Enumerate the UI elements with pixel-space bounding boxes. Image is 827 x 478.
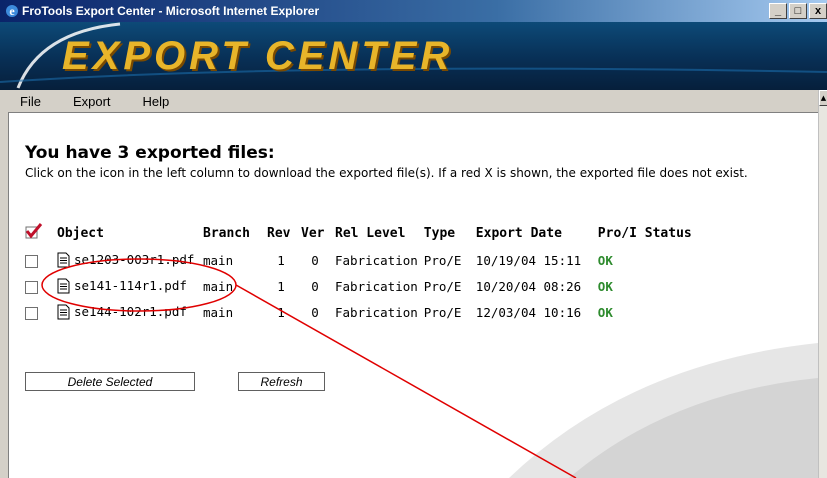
export-center-banner: EXPORT CENTER (0, 22, 827, 90)
cell-type: Pro/E (423, 304, 462, 320)
row-checkbox[interactable] (25, 254, 38, 268)
menu-file[interactable]: File (20, 94, 41, 109)
header-object: Object (57, 225, 104, 241)
cell-export-date: 10/20/04 08:26 (475, 278, 582, 294)
document-icon[interactable] (57, 304, 70, 320)
cell-type: Pro/E (423, 252, 462, 268)
exported-files-table: Object Branch Rev Ver Rel Level Type Exp… (25, 223, 698, 325)
menu-export[interactable]: Export (73, 94, 111, 109)
header-rev: Rev (267, 225, 291, 241)
row-checkbox[interactable] (25, 280, 38, 294)
vertical-scrollbar[interactable]: ▲ (818, 90, 827, 478)
menu-bar: File Export Help (8, 90, 818, 113)
cell-branch: main (203, 304, 234, 320)
row-checkbox[interactable] (25, 306, 38, 320)
cell-export-date: 12/03/04 10:16 (475, 304, 582, 320)
instructions-text: Click on the icon in the left column to … (25, 166, 748, 180)
file-name[interactable]: se141-114r1.pdf (74, 278, 187, 293)
status-badge: OK (597, 304, 613, 320)
header-rel-level: Rel Level (335, 225, 406, 241)
internet-explorer-icon: e (6, 4, 18, 18)
file-name[interactable]: se144-102r1.pdf (74, 304, 187, 319)
cell-rel-level: Fabrication (335, 278, 418, 294)
status-badge: OK (597, 252, 613, 268)
svg-text:e: e (9, 4, 15, 18)
cell-type: Pro/E (423, 278, 462, 294)
maximize-button[interactable]: □ (789, 3, 807, 19)
cell-rel-level: Fabrication (335, 304, 418, 320)
page-heading: You have 3 exported files: (25, 143, 275, 163)
status-badge: OK (597, 278, 613, 294)
page-content: You have 3 exported files: Click on the … (9, 113, 818, 478)
cell-rev: 1 (277, 278, 285, 294)
document-icon[interactable] (57, 278, 70, 294)
cell-ver: 0 (311, 278, 319, 294)
header-ver: Ver (301, 225, 325, 241)
cell-branch: main (203, 278, 234, 294)
table-header-row: Object Branch Rev Ver Rel Level Type Exp… (25, 223, 698, 247)
window-title: FroTools Export Center - Microsoft Inter… (22, 4, 320, 18)
file-name[interactable]: se1203-003r1.pdf (74, 252, 194, 267)
cell-rev: 1 (277, 252, 285, 268)
table-row: se144-102r1.pdf main 1 0 Fabrication Pro… (25, 299, 698, 325)
table-row: se1203-003r1.pdf main 1 0 Fabrication Pr… (25, 247, 698, 273)
title-bar: e FroTools Export Center - Microsoft Int… (0, 0, 827, 22)
cell-branch: main (203, 252, 234, 268)
close-button[interactable]: x (809, 3, 827, 19)
select-all-header[interactable] (25, 223, 57, 247)
left-frame-edge (0, 90, 9, 478)
document-icon[interactable] (57, 252, 70, 268)
header-export-date: Export Date (475, 225, 562, 241)
browser-window: e FroTools Export Center - Microsoft Int… (0, 0, 827, 478)
check-all-icon[interactable] (25, 223, 43, 239)
cell-export-date: 10/19/04 15:11 (475, 252, 582, 268)
header-status: Pro/I Status (597, 225, 692, 241)
delete-selected-button[interactable]: Delete Selected (25, 372, 195, 391)
header-type: Type (423, 225, 456, 241)
minimize-button[interactable]: _ (769, 3, 787, 19)
cell-ver: 0 (311, 252, 319, 268)
header-branch: Branch (203, 225, 250, 241)
refresh-button[interactable]: Refresh (238, 372, 325, 391)
scroll-up-arrow-icon[interactable]: ▲ (819, 90, 827, 106)
cell-rel-level: Fabrication (335, 252, 418, 268)
cell-rev: 1 (277, 304, 285, 320)
cell-ver: 0 (311, 304, 319, 320)
banner-title: EXPORT CENTER (62, 34, 454, 78)
table-row: se141-114r1.pdf main 1 0 Fabrication Pro… (25, 273, 698, 299)
menu-help[interactable]: Help (143, 94, 170, 109)
